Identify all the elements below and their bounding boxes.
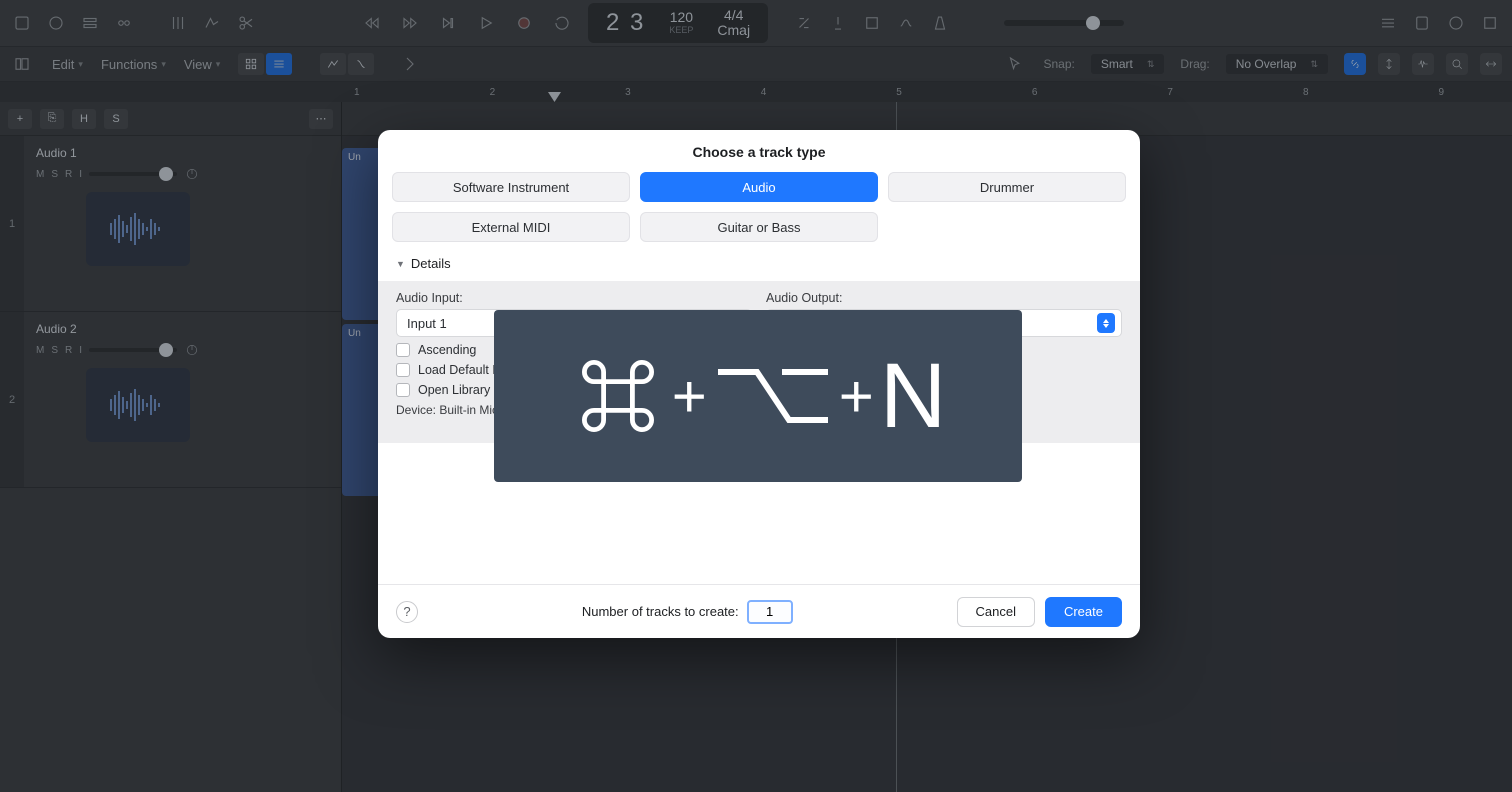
chevron-down-icon: ▼: [396, 259, 405, 269]
command-key-icon: [570, 348, 666, 444]
num-tracks-input[interactable]: [747, 600, 793, 624]
dialog-title: Choose a track type: [378, 130, 1140, 172]
type-guitar-or-bass[interactable]: Guitar or Bass: [640, 212, 878, 242]
details-label: Details: [411, 256, 451, 271]
stepper-icon: [1097, 313, 1115, 333]
help-button[interactable]: ?: [396, 601, 418, 623]
audio-input-label: Audio Input:: [396, 291, 752, 305]
dialog-footer: ? Number of tracks to create: Cancel Cre…: [378, 584, 1140, 638]
type-software-instrument[interactable]: Software Instrument: [392, 172, 630, 202]
audio-output-label: Audio Output:: [766, 291, 1122, 305]
type-audio[interactable]: Audio: [640, 172, 878, 202]
cancel-button[interactable]: Cancel: [957, 597, 1035, 627]
create-button[interactable]: Create: [1045, 597, 1122, 627]
type-drummer[interactable]: Drummer: [888, 172, 1126, 202]
type-external-midi[interactable]: External MIDI: [392, 212, 630, 242]
option-key-icon: [713, 356, 833, 436]
track-type-grid: Software Instrument Audio Drummer Extern…: [378, 172, 1140, 256]
plus-icon: +: [672, 362, 707, 431]
n-key: N: [880, 350, 946, 442]
num-tracks-label: Number of tracks to create:: [582, 604, 739, 619]
plus-icon: +: [839, 362, 874, 431]
details-disclosure[interactable]: ▼ Details: [378, 256, 1140, 281]
keyboard-shortcut-overlay: + + N: [494, 310, 1022, 482]
